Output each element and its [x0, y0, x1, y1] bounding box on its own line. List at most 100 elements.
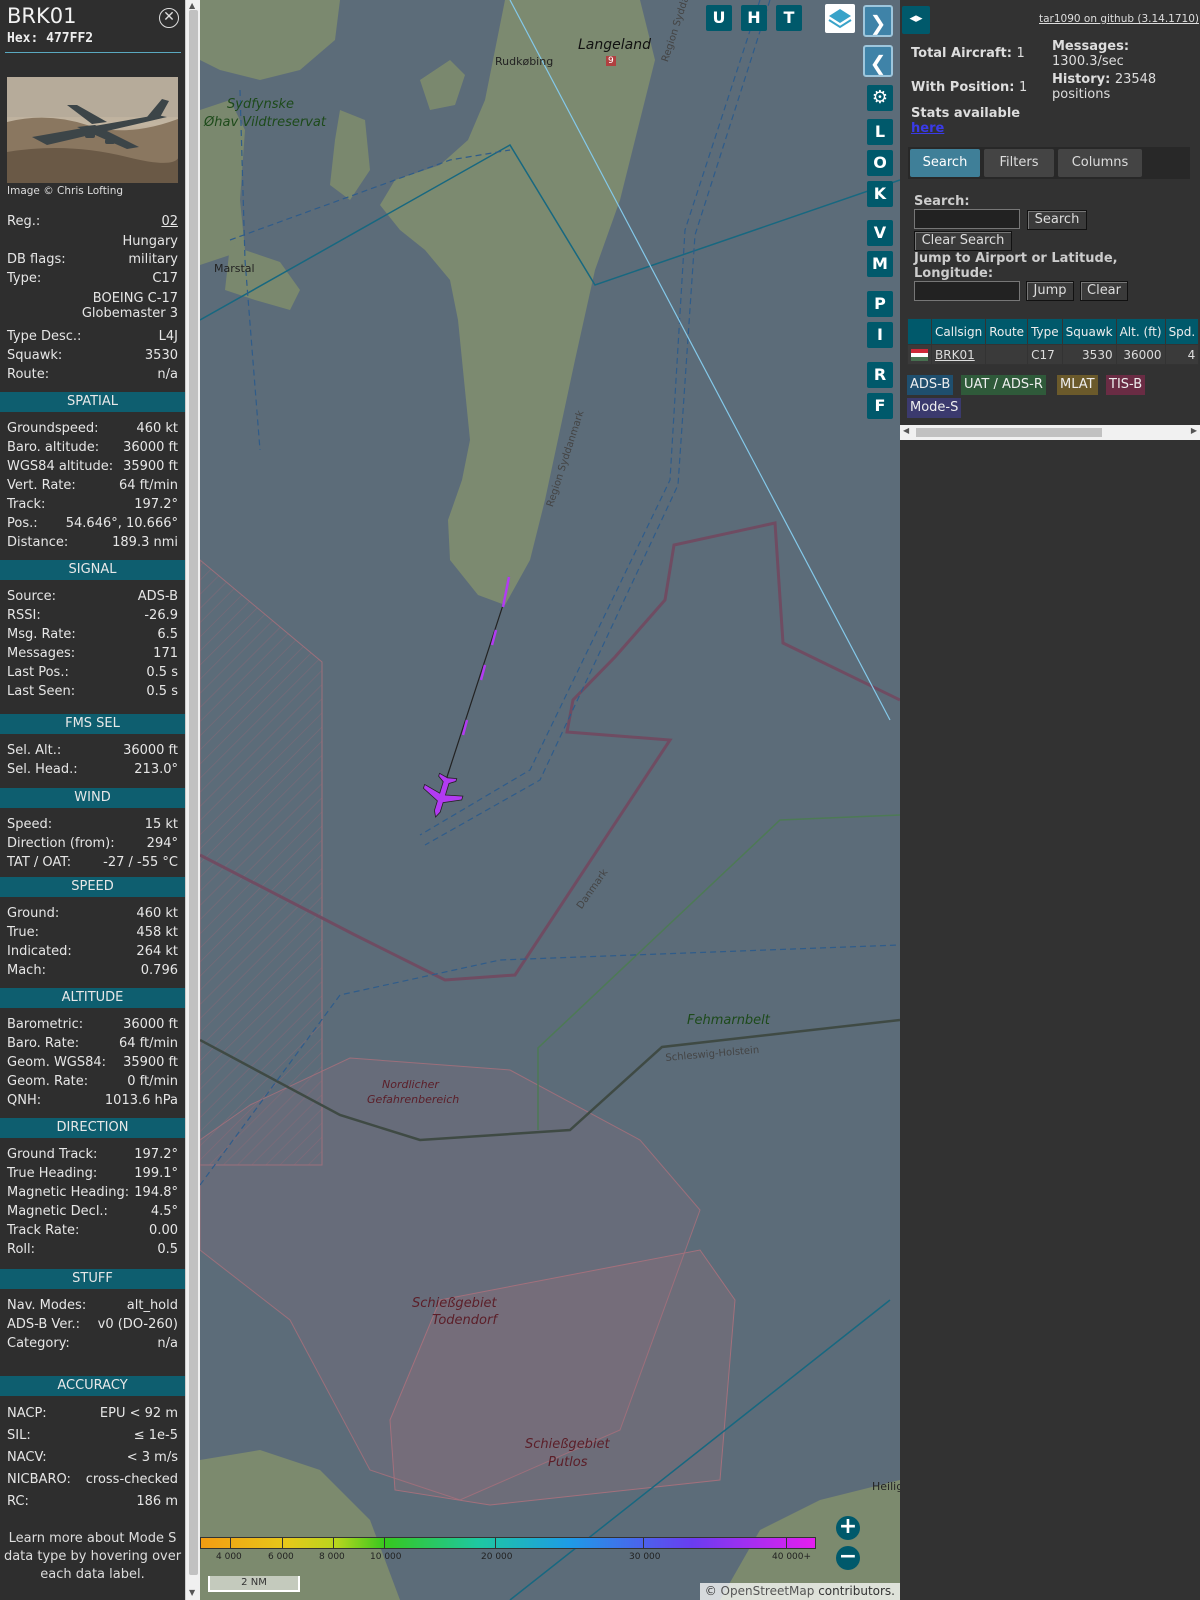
- toggle-i-button[interactable]: I: [867, 322, 893, 348]
- clear-button[interactable]: Clear: [1080, 281, 1128, 301]
- toggle-v-button[interactable]: V: [867, 220, 893, 246]
- field-label[interactable]: Messages:: [7, 644, 75, 663]
- scroll-right-icon[interactable]: ▶: [1191, 426, 1197, 435]
- field-label[interactable]: Pos.:: [7, 514, 38, 533]
- jump-input[interactable]: [914, 281, 1020, 301]
- field-label[interactable]: Distance:: [7, 533, 68, 552]
- map-view[interactable]: Langeland Rudkøbing Sydfynske Øhav Vildt…: [200, 0, 900, 1600]
- field-label[interactable]: Magnetic Decl.:: [7, 1202, 108, 1221]
- table-horizontal-scrollbar[interactable]: ◀ ▶: [900, 425, 1200, 440]
- field-label[interactable]: RSSI:: [7, 606, 41, 625]
- stats-link[interactable]: here: [911, 121, 944, 136]
- map-canvas[interactable]: [200, 0, 900, 1600]
- field-label[interactable]: Track Rate:: [7, 1221, 79, 1240]
- field-value: 4.5°: [150, 1204, 178, 1219]
- column-header-type[interactable]: Type: [1027, 318, 1063, 345]
- field-label[interactable]: NICBARO:: [7, 1470, 71, 1489]
- field-value: 197.2°: [134, 497, 178, 512]
- field-label[interactable]: Last Seen:: [7, 682, 75, 701]
- field-label[interactable]: Nav. Modes:: [7, 1296, 86, 1315]
- column-header-spd[interactable]: Spd.: [1164, 318, 1200, 345]
- left-panel-scrollbar[interactable]: ▲ ▼: [185, 0, 200, 1600]
- settings-gear-icon[interactable]: ⚙: [867, 85, 893, 111]
- layers-icon[interactable]: [825, 4, 855, 33]
- sidebar-toggle-icon[interactable]: ◂▸: [902, 6, 930, 34]
- field-label[interactable]: Speed:: [7, 815, 52, 834]
- column-header-route[interactable]: Route: [985, 318, 1029, 345]
- field-label[interactable]: Barometric:: [7, 1015, 83, 1034]
- toggle-l-button[interactable]: L: [867, 119, 893, 145]
- toggle-u-button[interactable]: U: [706, 5, 732, 31]
- field-label[interactable]: SIL:: [7, 1426, 31, 1445]
- tab-filters[interactable]: Filters: [984, 149, 1054, 177]
- scroll-down-icon[interactable]: ▼: [189, 1588, 195, 1597]
- field-label[interactable]: Source:: [7, 587, 56, 606]
- field-label[interactable]: Ground:: [7, 904, 59, 923]
- field-label[interactable]: RC:: [7, 1492, 29, 1511]
- toggle-p-button[interactable]: P: [867, 291, 893, 317]
- field-label[interactable]: NACV:: [7, 1448, 47, 1467]
- field-label[interactable]: True Heading:: [7, 1164, 97, 1183]
- field-value: 35900 ft: [123, 1055, 178, 1070]
- search-button[interactable]: Search: [1027, 210, 1087, 230]
- aircraft-photo[interactable]: [7, 77, 178, 183]
- tab-columns[interactable]: Columns: [1058, 149, 1142, 177]
- table-row[interactable]: BRK01 C17 3530 36000 4: [907, 344, 1200, 365]
- scrollbar-thumb[interactable]: [189, 10, 198, 1575]
- field-label[interactable]: Groundspeed:: [7, 419, 98, 438]
- column-header-callsign[interactable]: Callsign: [930, 318, 987, 345]
- field-label[interactable]: Sel. Head.:: [7, 760, 78, 779]
- column-header-squawk[interactable]: Squawk: [1061, 318, 1117, 345]
- direction-row: Ground Track: 197.2°: [7, 1145, 178, 1164]
- field-label[interactable]: Baro. Rate:: [7, 1034, 79, 1053]
- zoom-out-icon[interactable]: −: [836, 1546, 860, 1570]
- scroll-left-icon[interactable]: ◀: [903, 426, 909, 435]
- field-label[interactable]: Category:: [7, 1334, 70, 1353]
- chevron-left-icon[interactable]: ❮: [863, 45, 893, 77]
- toggle-f-button[interactable]: F: [867, 393, 893, 419]
- field-label[interactable]: Vert. Rate:: [7, 476, 76, 495]
- field-label[interactable]: NACP:: [7, 1404, 47, 1423]
- zoom-in-icon[interactable]: +: [836, 1516, 860, 1540]
- field-label[interactable]: Geom. WGS84:: [7, 1053, 106, 1072]
- field-label[interactable]: Track:: [7, 495, 45, 514]
- field-label[interactable]: Msg. Rate:: [7, 625, 76, 644]
- toggle-r-button[interactable]: R: [867, 362, 893, 388]
- field-label[interactable]: True:: [7, 923, 39, 942]
- field-label[interactable]: Roll:: [7, 1240, 35, 1259]
- toggle-m-button[interactable]: M: [867, 251, 893, 277]
- field-label[interactable]: TAT / OAT:: [7, 853, 71, 872]
- field-label[interactable]: QNH:: [7, 1091, 41, 1110]
- field-label[interactable]: WGS84 altitude:: [7, 457, 113, 476]
- search-input[interactable]: [914, 209, 1020, 229]
- row-callsign[interactable]: BRK01: [930, 344, 987, 365]
- chevron-right-icon[interactable]: ❯: [863, 5, 893, 37]
- scrollbar-thumb[interactable]: [916, 428, 1102, 437]
- field-label[interactable]: Direction (from):: [7, 834, 115, 853]
- toggle-k-button[interactable]: K: [867, 181, 893, 207]
- aircraft-icon[interactable]: [420, 772, 464, 820]
- github-link[interactable]: tar1090 on github (3.14.1710): [1039, 13, 1199, 25]
- field-label[interactable]: ADS-B Ver.:: [7, 1315, 80, 1334]
- flag-column-header: [907, 318, 932, 345]
- field-label[interactable]: Last Pos.:: [7, 663, 69, 682]
- clear-search-button[interactable]: Clear Search: [914, 231, 1012, 251]
- toggle-t-button[interactable]: T: [776, 5, 802, 31]
- close-icon[interactable]: ✕: [159, 8, 179, 28]
- field-label[interactable]: Indicated:: [7, 942, 72, 961]
- field-label[interactable]: Baro. altitude:: [7, 438, 99, 457]
- legend-tick-label: 6 000: [268, 1552, 294, 1562]
- toggle-h-button[interactable]: H: [741, 5, 767, 31]
- field-label[interactable]: Magnetic Heading:: [7, 1183, 129, 1202]
- jump-button[interactable]: Jump: [1026, 281, 1074, 301]
- toggle-o-button[interactable]: O: [867, 150, 893, 176]
- tab-search[interactable]: Search: [910, 149, 980, 177]
- field-label[interactable]: Sel. Alt.:: [7, 741, 61, 760]
- column-header-alt[interactable]: Alt. (ft): [1115, 318, 1166, 345]
- field-label[interactable]: Geom. Rate:: [7, 1072, 88, 1091]
- osm-link[interactable]: OpenStreetMap: [721, 1584, 815, 1598]
- reg-link[interactable]: 02: [161, 212, 178, 231]
- field-label[interactable]: Mach:: [7, 961, 46, 980]
- field-label[interactable]: Ground Track:: [7, 1145, 97, 1164]
- scroll-up-icon[interactable]: ▲: [189, 1, 195, 10]
